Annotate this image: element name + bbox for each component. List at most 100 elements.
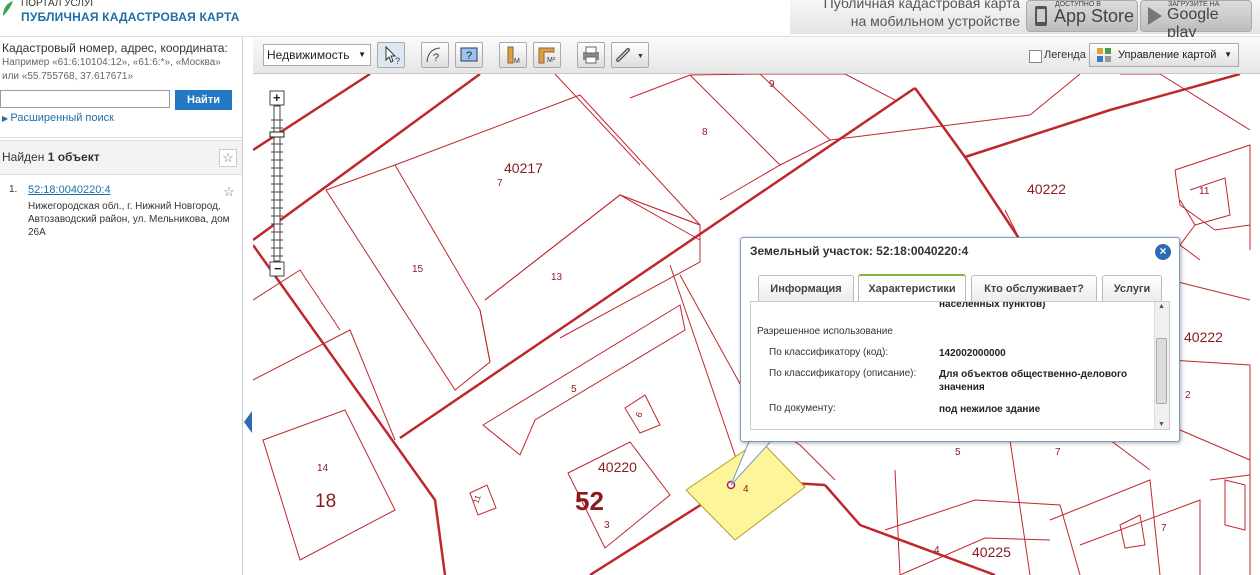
sidebar: Кадастровый номер, адрес, координата: На… [0,37,243,575]
parcel-label: 4 [934,545,940,556]
tab-information[interactable]: Информация [758,275,854,301]
apple-icon [1035,6,1047,26]
appstore-big: App Store [1054,6,1135,26]
search-button[interactable]: Найти [175,90,232,110]
search-hint: Например «61:6:10104:12», «61:6:*», «Мос… [2,57,221,82]
quarter-label: 40220 [598,459,637,475]
grid-icon [1097,48,1111,62]
clipped-value: населенных пунктов) [939,301,1046,310]
map-toolbar: Недвижимость ▼ ? ? ? M M² ▼ Легенда Управ… [253,37,1260,74]
parcel-label: 9 [769,79,775,90]
parcel-label: 11 [1199,186,1210,197]
scroll-up-icon[interactable]: ▲ [1158,303,1165,310]
measure-length-button[interactable]: M [499,42,527,68]
info-button[interactable]: ? [455,42,483,68]
svg-text:?: ? [466,50,472,62]
parcel-label: 7 [1055,447,1061,458]
tab-who-serves[interactable]: Кто обслуживает? [971,275,1097,301]
select-tool-button[interactable]: ? [377,42,405,68]
tab-services[interactable]: Услуги [1102,275,1162,301]
svg-text:M: M [514,58,520,65]
zoom-control[interactable]: + − [269,90,287,280]
description-label: По классификатору (описание): [769,368,917,379]
advanced-search-label: Расширенный поиск [10,112,114,124]
found-count: 1 объект [47,150,100,164]
parcel-info-popup: Земельный участок: 52:18:0040220:4 × Инф… [740,237,1180,442]
promo-text: Публичная кадастровая карта на мобильном… [810,0,1020,30]
googleplay-button[interactable]: Загрузите на Google play [1140,0,1252,41]
parcel-label: 13 [551,272,563,283]
district-label: 52 [575,486,604,516]
divider [0,137,242,138]
document-value: под нежилое здание [939,404,1041,415]
svg-text:?: ? [433,52,439,64]
parcel-label: 15 [412,264,424,275]
parcel-label: 2 [1185,390,1191,401]
quarter-label: 40225 [972,544,1011,560]
parcel-label: 14 [317,463,329,474]
dropdown-arrow-icon: ▼ [1224,50,1232,59]
promo-line-2: на мобильном устройстве [850,13,1020,29]
legend-checkbox[interactable] [1029,50,1042,63]
svg-text:?: ? [395,56,400,66]
header: ПОРТАЛ УСЛУГ ПУБЛИЧНАЯ КАДАСТРОВАЯ КАРТА… [0,0,1260,41]
found-prefix: Найден [2,150,48,164]
result-address: Нижегородская обл., г. Нижний Новгород, … [28,201,230,238]
zoom-handle[interactable] [269,131,285,138]
close-icon[interactable]: × [1155,244,1171,260]
panel-scrollbar[interactable]: ▲ ▼ [1154,302,1169,429]
promo-line-1: Публичная кадастровая карта [823,0,1020,11]
scroll-thumb[interactable] [1156,338,1167,404]
quarter-label: 40222 [1027,181,1066,197]
district-label: 18 [315,491,336,512]
parcel-label: 5 [571,384,577,395]
favorite-star-icon[interactable]: ☆ [219,149,237,167]
results-header: Найден 1 объект ☆ [0,140,242,175]
quarter-label: 40217 [504,160,543,176]
svg-text:▼: ▼ [637,53,644,60]
tab-characteristics[interactable]: Характеристики [858,274,966,301]
document-label: По документу: [769,403,836,414]
collapse-sidebar-icon[interactable] [243,410,253,434]
area-ruler-icon: M² [538,47,556,64]
search-label: Кадастровый номер, адрес, координата: [2,41,228,55]
portal-title[interactable]: ПУБЛИЧНАЯ КАДАСТРОВАЯ КАРТА [21,10,240,24]
info-query-icon: ? [460,47,478,62]
google-play-icon [1148,7,1162,25]
quarter-label: 40222 [1184,329,1223,345]
map-management-button[interactable]: Управление картой ▼ [1089,43,1239,67]
parcel-label: 5 [955,447,961,458]
section-title: Разрешенное использование [757,326,893,337]
result-link[interactable]: 52:18:0040220:4 [28,184,111,196]
area-identify-button[interactable]: ? [421,42,449,68]
parcel-label: 3 [604,520,610,531]
plus-icon: + [273,90,281,105]
cursor-icon: ? [385,45,400,66]
advanced-search-link[interactable]: ▶ Расширенный поиск [2,112,114,124]
print-button[interactable] [577,42,605,68]
portal-logo-icon [3,1,13,16]
popup-title: Земельный участок: 52:18:0040220:4 [750,244,969,258]
map-management-label: Управление картой [1118,49,1217,61]
result-number: 1. [9,184,18,195]
result-star-icon[interactable]: ☆ [221,184,237,200]
appstore-button[interactable]: Доступно в App Store [1026,0,1138,32]
parcel-label: 7 [497,178,503,189]
parcel-label: 8 [702,127,708,138]
characteristics-panel[interactable]: населенных пунктов) Разрешенное использо… [750,301,1170,430]
code-label: По классификатору (код): [769,347,889,358]
legend-label: Легенда [1044,49,1086,61]
search-input[interactable] [0,90,170,108]
area-query-icon: ? [426,47,441,64]
svg-text:M²: M² [547,57,556,64]
layer-select[interactable]: Недвижимость ▼ [263,44,371,66]
measure-area-button[interactable]: M² [533,42,561,68]
parcel-label: 7 [1161,523,1167,534]
scroll-down-icon[interactable]: ▼ [1158,421,1165,428]
printer-icon [583,46,599,64]
link-button[interactable]: ▼ [611,42,649,68]
parcel-label: 11 [471,493,482,504]
dropdown-arrow-icon: ▼ [358,50,366,59]
ruler-icon: M [507,46,520,65]
code-value: 142002000000 [939,348,1006,359]
